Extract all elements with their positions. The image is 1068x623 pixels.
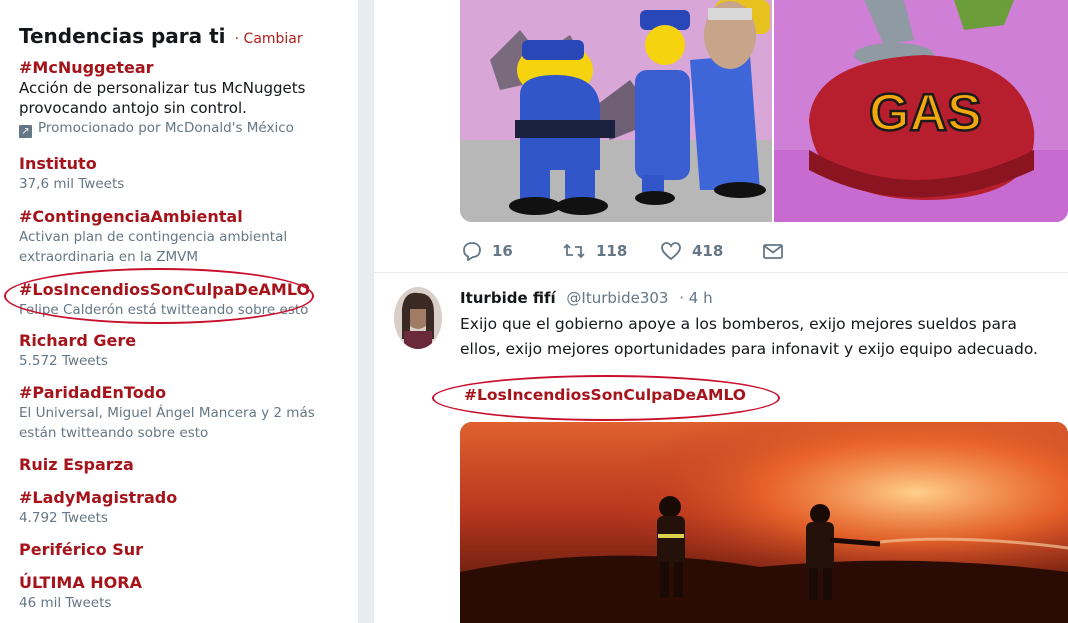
trend-tweet-count: 46 mil Tweets <box>19 595 112 611</box>
reply-icon <box>463 242 481 261</box>
tweet-timestamp[interactable]: · 4 h <box>679 289 712 307</box>
trend-item[interactable]: #ContingenciaAmbiental Activan plan de c… <box>19 207 349 267</box>
change-trends-link[interactable]: · Cambiar <box>235 31 303 47</box>
trend-tweet-count: 5.572 Tweets <box>19 353 108 369</box>
trend-item[interactable]: Periférico Sur <box>19 540 349 560</box>
reply-button[interactable]: 16 <box>462 237 513 265</box>
trend-item[interactable]: #ParidadEnTodo El Universal, Miguel Ánge… <box>19 383 349 443</box>
tweet-hashtag[interactable]: #LosIncendiosSonCulpaDeAMLO <box>464 386 746 404</box>
trend-tweet-count: 37,6 mil Tweets <box>19 176 125 192</box>
direct-message-button[interactable] <box>762 237 784 265</box>
trends-panel: Tendencias para ti · Cambiar #McNuggetea… <box>0 0 359 623</box>
message-icon <box>763 244 783 259</box>
trend-description: El Universal, Miguel Ángel Mancera y 2 m… <box>19 405 315 441</box>
cartoon-police-illustration <box>460 0 772 222</box>
retweet-button[interactable]: 118 <box>562 237 627 265</box>
trend-item[interactable]: Richard Gere 5.572 Tweets <box>19 331 349 371</box>
trend-item[interactable]: ÚLTIMA HORA 46 mil Tweets <box>19 573 349 613</box>
timeline: GAS 16 118 418 Iturbide fifí @Iturbide30… <box>374 0 1068 623</box>
trend-name[interactable]: Richard Gere <box>19 331 349 351</box>
reply-count: 16 <box>492 242 513 260</box>
trend-item[interactable]: #McNuggetear Acción de personalizar tus … <box>19 58 349 138</box>
trend-description: Activan plan de contingencia ambiental e… <box>19 229 288 265</box>
trend-name[interactable]: #ContingenciaAmbiental <box>19 207 349 227</box>
trend-name[interactable]: Ruiz Esparza <box>19 455 349 475</box>
trend-item[interactable]: Ruiz Esparza <box>19 455 349 475</box>
trend-name[interactable]: #McNuggetear <box>19 58 349 78</box>
trend-item[interactable]: Instituto 37,6 mil Tweets <box>19 154 349 194</box>
trend-item[interactable]: #LadyMagistrado 4.792 Tweets <box>19 488 349 528</box>
trend-tweet-count: 4.792 Tweets <box>19 510 108 526</box>
trend-name[interactable]: Periférico Sur <box>19 540 349 560</box>
trend-description: Felipe Calderón está twitteando sobre es… <box>19 302 309 318</box>
trends-title: Tendencias para ti <box>19 24 226 48</box>
tweet-media-top[interactable]: GAS <box>460 0 1068 222</box>
promoted-label: ↗ Promocionado por McDonald's México <box>19 118 349 138</box>
avatar[interactable] <box>394 287 442 349</box>
trend-description: Acción de personalizar tus McNuggets pro… <box>19 79 306 117</box>
promoted-icon: ↗ <box>19 125 32 138</box>
trend-item[interactable]: #LosIncendiosSonCulpaDeAMLO Felipe Calde… <box>19 280 349 320</box>
like-button[interactable]: 418 <box>660 237 723 265</box>
like-count: 418 <box>692 242 724 260</box>
tweet-media-fire[interactable] <box>460 422 1068 623</box>
author-handle[interactable]: @Iturbide303 <box>566 289 668 307</box>
tweet-text: Exijo que el gobierno apoye a los bomber… <box>460 315 1038 358</box>
gas-can-image[interactable]: GAS <box>774 0 1068 222</box>
gas-can-illustration: GAS <box>774 0 1068 222</box>
trend-name[interactable]: #ParidadEnTodo <box>19 383 349 403</box>
trends-header: Tendencias para ti · Cambiar <box>19 24 303 48</box>
tweet-header: Iturbide fifí @Iturbide303 · 4 h <box>460 288 713 308</box>
trend-name[interactable]: #LadyMagistrado <box>19 488 349 508</box>
retweet-icon <box>563 243 585 259</box>
retweet-count: 118 <box>596 242 628 260</box>
tweet-divider <box>374 272 1068 273</box>
firefighters-photo <box>460 422 1068 623</box>
cartoon-police-image[interactable] <box>460 0 772 222</box>
promoted-by: Promocionado por McDonald's México <box>38 120 294 136</box>
trend-name[interactable]: #LosIncendiosSonCulpaDeAMLO <box>19 280 349 300</box>
avatar-photo <box>394 287 442 349</box>
trend-name[interactable]: Instituto <box>19 154 349 174</box>
like-icon <box>661 242 681 261</box>
gas-label: GAS <box>869 84 982 142</box>
author-name[interactable]: Iturbide fifí <box>460 289 556 307</box>
trend-name[interactable]: ÚLTIMA HORA <box>19 573 349 593</box>
